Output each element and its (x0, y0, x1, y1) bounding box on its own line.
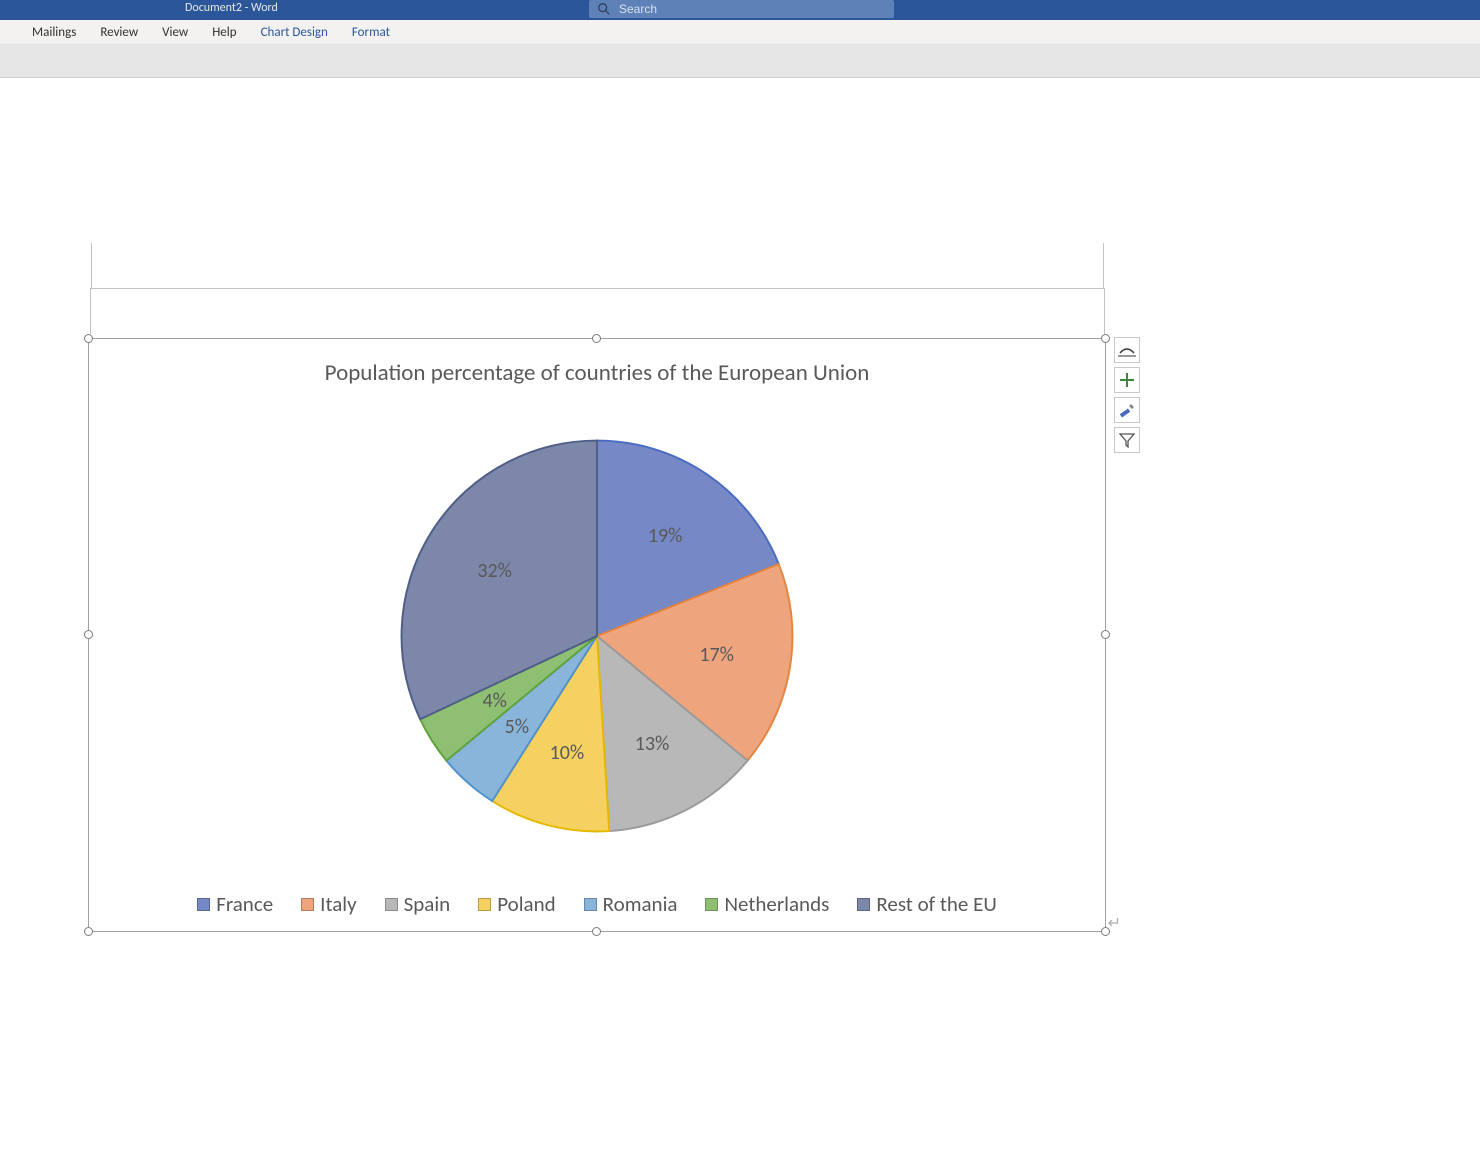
pie-label: 10% (550, 741, 585, 765)
chart-filters-button[interactable] (1114, 427, 1140, 453)
pie-label: 4% (482, 689, 506, 713)
pie-label: 19% (648, 524, 683, 548)
chart-object[interactable]: Population percentage of countries of th… (88, 338, 1106, 932)
resize-handle[interactable] (1101, 630, 1110, 639)
resize-handle[interactable] (592, 927, 601, 936)
legend-label: France (216, 891, 273, 917)
tab-format[interactable]: Format (340, 20, 402, 44)
chart-styles-button[interactable] (1114, 397, 1140, 423)
chart-legend[interactable]: France Italy Spain Poland Romania Netherlands… (89, 891, 1105, 917)
resize-handle[interactable] (84, 334, 93, 343)
ribbon-tabs: Mailings Review View Help Chart Design F… (0, 20, 1480, 45)
legend-item-italy[interactable]: Italy (301, 891, 356, 917)
tab-help[interactable]: Help (200, 20, 248, 44)
page-margin-guide (90, 288, 1105, 334)
resize-handle[interactable] (592, 334, 601, 343)
title-bar: Document2 - Word (0, 0, 1480, 20)
legend-swatch (197, 898, 210, 911)
resize-handle[interactable] (1101, 334, 1110, 343)
legend-item-romania[interactable]: Romania (584, 891, 678, 917)
legend-label: Poland (497, 891, 555, 917)
layout-options-button[interactable] (1114, 337, 1140, 363)
legend-label: Spain (404, 891, 451, 917)
legend-item-poland[interactable]: Poland (478, 891, 555, 917)
legend-swatch (857, 898, 870, 911)
chart-elements-button[interactable] (1114, 367, 1140, 393)
legend-label: Rest of the EU (876, 891, 996, 917)
paragraph-mark-icon: ↵ (1108, 913, 1121, 933)
tab-view[interactable]: View (150, 20, 200, 44)
pie-label: 13% (635, 732, 670, 756)
pie-chart[interactable]: 19% 17% 13% 10% 5%4% 32% (382, 421, 812, 851)
chart-title[interactable]: Population percentage of countries of th… (89, 359, 1105, 387)
legend-swatch (705, 898, 718, 911)
legend-item-rest-of-the-eu[interactable]: Rest of the EU (857, 891, 996, 917)
search-box[interactable] (589, 0, 894, 18)
legend-item-spain[interactable]: Spain (385, 891, 451, 917)
tab-mailings[interactable]: Mailings (20, 20, 88, 44)
search-input[interactable] (619, 2, 886, 16)
legend-label: Italy (320, 891, 356, 917)
search-icon (597, 2, 611, 16)
chart-side-buttons (1114, 337, 1140, 453)
legend-swatch (584, 898, 597, 911)
window-title: Document2 - Word (185, 1, 278, 15)
resize-handle[interactable] (84, 630, 93, 639)
legend-swatch (385, 898, 398, 911)
legend-label: Netherlands (724, 891, 829, 917)
document-area: Population percentage of countries of th… (0, 78, 1480, 1172)
legend-swatch (478, 898, 491, 911)
pie-label: 17% (699, 643, 734, 667)
pie-label: 32% (477, 559, 512, 583)
tab-chart-design[interactable]: Chart Design (249, 20, 340, 44)
legend-item-france[interactable]: France (197, 891, 273, 917)
resize-handle[interactable] (84, 927, 93, 936)
ribbon-strip (0, 45, 1480, 78)
pie-label: 5% (505, 715, 529, 739)
legend-swatch (301, 898, 314, 911)
legend-label: Romania (603, 891, 678, 917)
legend-item-netherlands[interactable]: Netherlands (705, 891, 829, 917)
tab-review[interactable]: Review (88, 20, 150, 44)
